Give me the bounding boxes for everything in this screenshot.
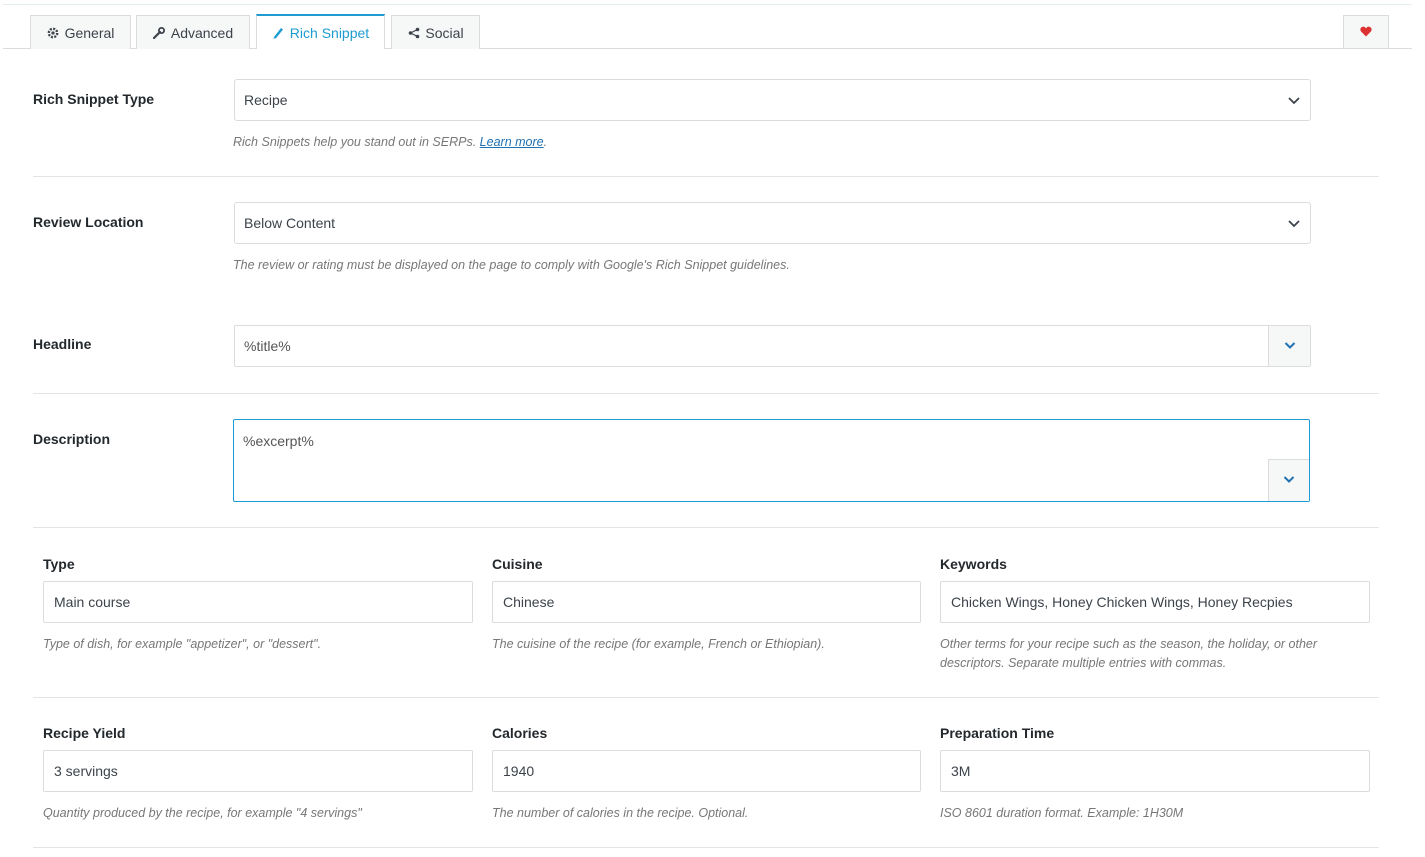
keywords-help: Other terms for your recipe such as the …	[940, 637, 1318, 670]
learn-more-link[interactable]: Learn more	[480, 135, 544, 149]
tab-general[interactable]: General	[30, 15, 131, 49]
type-label: Type	[43, 556, 75, 572]
review-location-help: The review or rating must be displayed o…	[233, 258, 790, 272]
favorite-button[interactable]	[1343, 15, 1389, 48]
preparation-time-input[interactable]: 3M	[940, 750, 1370, 792]
preparation-time-help: ISO 8601 duration format. Example: 1H30M	[940, 806, 1184, 820]
tab-social[interactable]: Social	[391, 15, 480, 49]
tab-label: Rich Snippet	[289, 24, 370, 41]
select-value: Recipe	[244, 92, 288, 108]
textarea-value: %excerpt%	[243, 433, 314, 449]
tab-label: Social	[425, 24, 464, 41]
keywords-label: Keywords	[940, 556, 1007, 572]
divider	[33, 527, 1379, 528]
pencil-icon	[272, 26, 285, 39]
input-value: %title%	[244, 338, 291, 354]
divider	[33, 697, 1379, 698]
headline-label: Headline	[33, 336, 92, 352]
description-label: Description	[33, 431, 111, 447]
review-location-label: Review Location	[33, 214, 144, 230]
share-icon	[407, 26, 420, 39]
divider	[33, 176, 1379, 177]
tab-bar: General Advanced Rich Snippet Social	[3, 14, 1412, 49]
review-location-select[interactable]: Below Content	[234, 202, 1311, 244]
input-value: 3 servings	[54, 763, 118, 779]
input-value: Chicken Wings, Honey Chicken Wings, Hone…	[951, 594, 1293, 610]
calories-label: Calories	[492, 725, 548, 741]
insert-variable-button[interactable]	[1268, 459, 1309, 501]
chevron-down-icon	[1283, 338, 1297, 355]
help-text-suffix: .	[543, 135, 548, 149]
chevron-down-icon	[1286, 92, 1302, 108]
calories-input[interactable]: 1940	[492, 750, 921, 792]
gear-icon	[47, 26, 60, 39]
help-text: Rich Snippets help you stand out in SERP…	[233, 135, 480, 149]
select-value: Below Content	[244, 215, 336, 231]
rich-snippet-type-label: Rich Snippet Type	[33, 91, 155, 107]
tab-label: General	[64, 24, 115, 41]
input-value: Main course	[54, 594, 131, 610]
heart-icon	[1360, 24, 1372, 40]
rich-snippet-help: Rich Snippets help you stand out in SERP…	[233, 135, 547, 149]
calories-help: The number of calories in the recipe. Op…	[492, 806, 749, 820]
recipe-yield-help: Quantity produced by the recipe, for exa…	[43, 806, 362, 820]
cuisine-help: The cuisine of the recipe (for example, …	[492, 637, 825, 651]
chevron-down-icon	[1286, 215, 1302, 231]
top-border	[3, 4, 1412, 5]
input-value: 3M	[951, 763, 971, 779]
cuisine-input[interactable]: Chinese	[492, 581, 921, 623]
headline-input[interactable]: %title%	[234, 325, 1311, 367]
chevron-down-icon	[1282, 472, 1296, 489]
recipe-yield-input[interactable]: 3 servings	[43, 750, 473, 792]
tab-label: Advanced	[170, 24, 234, 41]
type-input[interactable]: Main course	[43, 581, 473, 623]
description-textarea[interactable]: %excerpt%	[233, 419, 1310, 502]
rich-snippet-type-select[interactable]: Recipe	[234, 79, 1311, 121]
preparation-time-label: Preparation Time	[940, 725, 1055, 741]
tab-advanced[interactable]: Advanced	[136, 15, 250, 49]
divider	[33, 847, 1379, 848]
insert-variable-button[interactable]	[1268, 326, 1310, 366]
keywords-input[interactable]: Chicken Wings, Honey Chicken Wings, Hone…	[940, 581, 1370, 623]
divider	[33, 393, 1379, 394]
wrench-icon	[153, 26, 166, 39]
input-value: 1940	[503, 763, 535, 779]
recipe-yield-label: Recipe Yield	[43, 725, 126, 741]
cuisine-label: Cuisine	[492, 556, 543, 572]
input-value: Chinese	[503, 594, 555, 610]
tab-rich-snippet[interactable]: Rich Snippet	[256, 14, 385, 49]
type-help: Type of dish, for example "appetizer", o…	[43, 637, 322, 651]
